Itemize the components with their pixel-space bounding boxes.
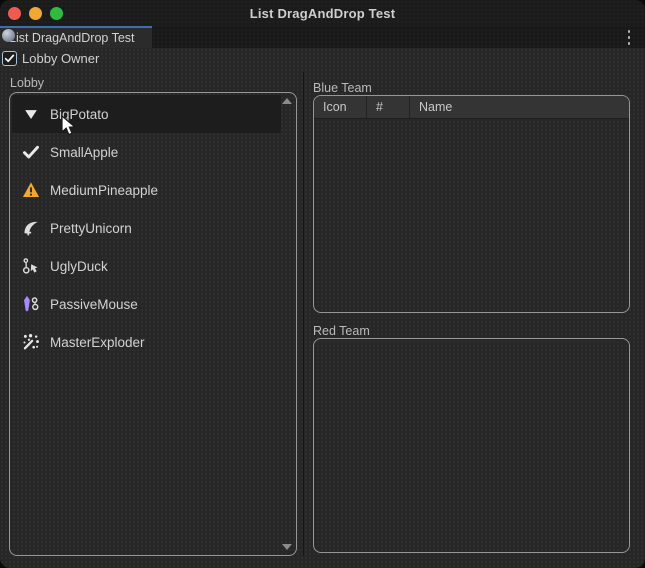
tab-bar: List DragAndDrop Test [0,26,645,48]
panel-divider [303,72,304,556]
blue-team-label: Blue Team [313,81,372,95]
kebab-menu-icon[interactable] [624,30,634,45]
maximize-button[interactable] [50,7,63,20]
list-item-MasterExploder[interactable]: MasterExploder [12,323,281,361]
list-item-PassiveMouse[interactable]: PassiveMouse [12,285,281,323]
close-button[interactable] [8,7,21,20]
lobby-owner-label: Lobby Owner [22,51,99,66]
column-header-icon[interactable]: Icon [314,96,367,118]
content: Lobby Owner Lobby BigPotato SmallApple M… [0,48,645,568]
list-item-label: PrettyUnicorn [50,221,132,236]
list-item-label: MasterExploder [50,335,145,350]
blue-team-header: Icon#Name [314,96,629,119]
scroll-up-arrow[interactable] [282,98,292,104]
rig-pointer-icon [22,257,40,275]
red-team-label: Red Team [313,324,370,338]
window: List DragAndDrop Test List DragAndDrop T… [0,0,645,568]
tab-list-draganddrop-test[interactable]: List DragAndDrop Test [0,26,152,48]
lobby-list[interactable]: BigPotato SmallApple MediumPineapple Pre… [9,92,297,556]
curve-add-icon [22,219,40,237]
lobby-list-rows: BigPotato SmallApple MediumPineapple Pre… [12,95,294,361]
scroll-down-arrow[interactable] [282,544,292,550]
traffic-lights [8,0,63,26]
lobby-owner-checkbox[interactable] [2,51,17,66]
mouse-cursor [60,115,77,138]
bone-joints-icon [22,295,40,313]
list-item-label: SmallApple [50,145,118,160]
warning-icon [22,181,40,199]
list-item-label: MediumPineapple [50,183,158,198]
column-header-num[interactable]: # [367,96,410,118]
tab-sphere-icon [2,29,15,42]
list-item-label: BigPotato [50,107,109,122]
list-item-SmallApple[interactable]: SmallApple [12,133,281,171]
column-header-name[interactable]: Name [410,96,629,118]
check-icon [22,143,40,161]
dropdown-icon [22,105,40,123]
list-item-MediumPineapple[interactable]: MediumPineapple [12,171,281,209]
list-item-BigPotato[interactable]: BigPotato [12,95,281,133]
lobby-label: Lobby [10,76,44,90]
window-title: List DragAndDrop Test [0,6,645,21]
blue-team-table[interactable]: Icon#Name [313,95,630,313]
particle-burst-icon [22,333,40,351]
list-item-UglyDuck[interactable]: UglyDuck [12,247,281,285]
titlebar: List DragAndDrop Test [0,0,645,26]
lobby-owner-row: Lobby Owner [2,51,99,66]
red-team-box[interactable] [313,338,630,553]
minimize-button[interactable] [29,7,42,20]
list-item-label: UglyDuck [50,259,108,274]
list-item-PrettyUnicorn[interactable]: PrettyUnicorn [12,209,281,247]
list-item-label: PassiveMouse [50,297,138,312]
tab-label: List DragAndDrop Test [9,31,135,45]
